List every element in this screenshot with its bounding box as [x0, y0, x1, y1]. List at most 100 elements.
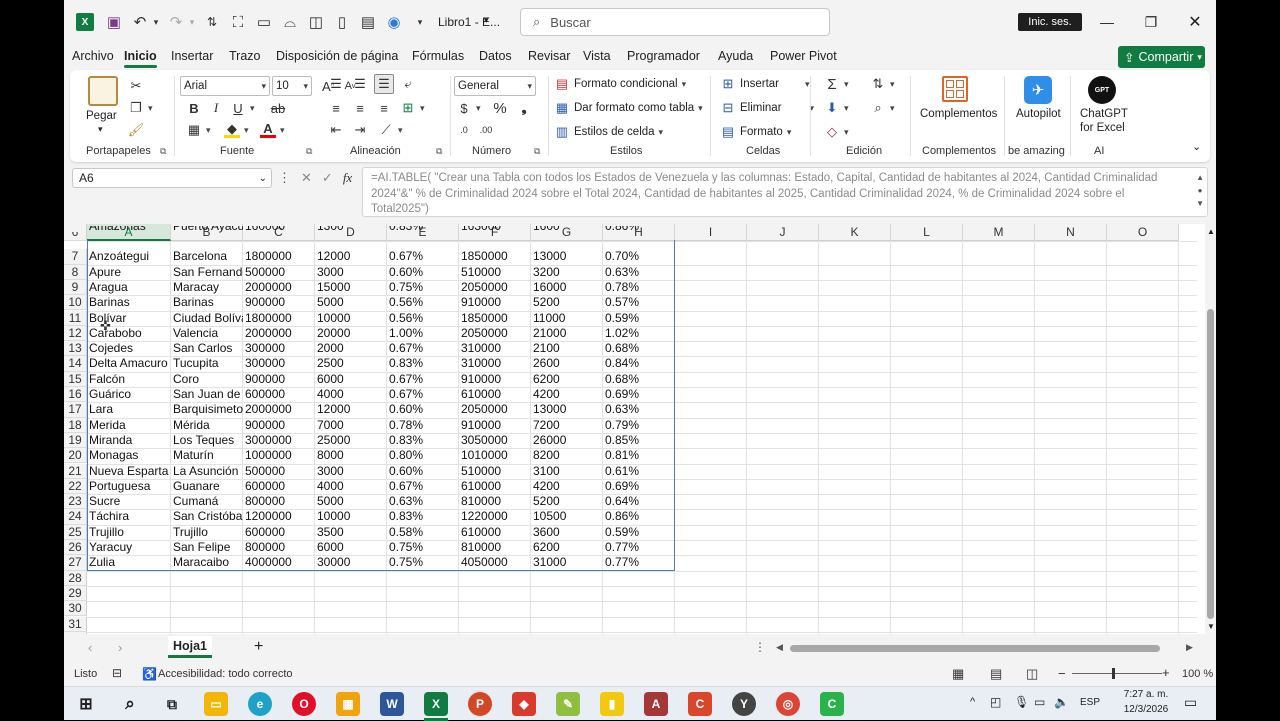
- table-cell[interactable]: [315, 601, 387, 616]
- opera-icon[interactable]: O: [292, 692, 316, 716]
- align-bottom-button[interactable]: ☰: [374, 74, 394, 94]
- customize-toolbar-icon[interactable]: ▾: [410, 12, 430, 32]
- enter-icon[interactable]: ✓: [322, 170, 333, 186]
- table-cell[interactable]: 3000000: [243, 433, 315, 448]
- powerpoint-icon[interactable]: P: [468, 692, 492, 716]
- insert-cells-button[interactable]: ⊞ Insertar ▾: [720, 76, 810, 92]
- row-header[interactable]: 7: [64, 249, 87, 265]
- table-cell[interactable]: Mérida: [171, 418, 243, 433]
- table-cell[interactable]: 0.83%: [387, 226, 459, 235]
- scroll-right-icon[interactable]: ▶: [1186, 642, 1193, 653]
- table-cell[interactable]: Nueva Esparta: [87, 464, 171, 479]
- autosum-button[interactable]: Σ ▾: [824, 76, 848, 93]
- table-cell[interactable]: [459, 571, 531, 586]
- clock-date[interactable]: 12/3/2026: [1116, 704, 1176, 715]
- table-cell[interactable]: 1010000: [459, 448, 531, 463]
- table-cell[interactable]: 2000: [315, 341, 387, 356]
- row-header[interactable]: 20: [64, 448, 87, 464]
- table-cell[interactable]: 30000: [315, 555, 387, 570]
- table-cell[interactable]: Falcón: [87, 372, 171, 387]
- table-cell[interactable]: 500000: [243, 464, 315, 479]
- table-cell[interactable]: 910000: [459, 372, 531, 387]
- table-cell[interactable]: 1300: [315, 226, 387, 235]
- table-cell[interactable]: Cojedes: [87, 341, 171, 356]
- macro-record-icon[interactable]: ⊟: [112, 666, 122, 680]
- table-cell[interactable]: 1.02%: [603, 326, 675, 341]
- table-cell[interactable]: Lara: [87, 402, 171, 417]
- table-cell[interactable]: 610000: [459, 525, 531, 540]
- more-options-icon[interactable]: ⋮: [278, 170, 291, 186]
- redo-dropdown-icon[interactable]: ▾: [182, 12, 202, 32]
- row-header[interactable]: 26: [64, 540, 87, 556]
- table-cell[interactable]: 0.78%: [603, 280, 675, 295]
- table-cell[interactable]: 0.59%: [603, 311, 675, 326]
- table-cell[interactable]: Aragua: [87, 280, 171, 295]
- clear-button[interactable]: ◇ ▾: [824, 124, 849, 140]
- tab-formulas[interactable]: Fórmulas: [412, 49, 464, 63]
- network-icon[interactable]: ▭: [1034, 695, 1045, 709]
- table-cell[interactable]: 0.83%: [387, 433, 459, 448]
- table-cell[interactable]: [531, 617, 603, 632]
- table-cell[interactable]: 0.63%: [603, 402, 675, 417]
- table-cell[interactable]: Zulia: [87, 555, 171, 570]
- table-cell[interactable]: 0.75%: [387, 280, 459, 295]
- table-cell[interactable]: 0.80%: [387, 448, 459, 463]
- table-cell[interactable]: 21000: [531, 326, 603, 341]
- camtasia-green-icon[interactable]: C: [820, 692, 844, 716]
- table-cell[interactable]: 0.78%: [387, 418, 459, 433]
- prev-sheet-icon[interactable]: ‹: [88, 640, 92, 655]
- table-cell[interactable]: 2050000: [459, 326, 531, 341]
- accounting-format-button[interactable]: $ ▾: [456, 100, 480, 116]
- table-cell[interactable]: Anzoátegui: [87, 249, 171, 264]
- tab-power-pivot[interactable]: Power Pivot: [770, 49, 837, 63]
- table-cell[interactable]: 26000: [531, 433, 603, 448]
- row-header[interactable]: 30: [64, 601, 87, 617]
- table-cell[interactable]: Valencia: [171, 326, 243, 341]
- table-cell[interactable]: 3500: [315, 525, 387, 540]
- table-cell[interactable]: [387, 617, 459, 632]
- table-cell[interactable]: 0.79%: [603, 418, 675, 433]
- table-cell[interactable]: San Carlos: [171, 341, 243, 356]
- tray-chevron-icon[interactable]: ^: [970, 696, 975, 708]
- table-cell[interactable]: Trujillo: [171, 525, 243, 540]
- table-cell[interactable]: 163000: [459, 226, 531, 235]
- table-cell[interactable]: San Juan de Los Morros: [171, 387, 243, 402]
- table-cell[interactable]: 0.69%: [603, 479, 675, 494]
- table-cell[interactable]: [171, 601, 243, 616]
- table-cell[interactable]: 1800000: [243, 311, 315, 326]
- table-cell[interactable]: [459, 617, 531, 632]
- table-cell[interactable]: [387, 601, 459, 616]
- table-cell[interactable]: 10500: [531, 509, 603, 524]
- table-cell[interactable]: 12000: [315, 249, 387, 264]
- table-cell[interactable]: 6000: [315, 540, 387, 555]
- table-cell[interactable]: [387, 586, 459, 601]
- volume-icon[interactable]: 🔈: [1054, 695, 1069, 709]
- edge-icon[interactable]: e: [248, 692, 272, 716]
- column-header-o[interactable]: O: [1107, 224, 1179, 241]
- chatgpt-icon[interactable]: GPT: [1088, 76, 1116, 104]
- table-cell[interactable]: 900000: [243, 418, 315, 433]
- tab-trazo[interactable]: Trazo: [229, 49, 261, 63]
- row-header[interactable]: 11: [64, 310, 87, 326]
- sort-ascending-icon[interactable]: ⇅: [202, 12, 222, 32]
- row-header[interactable]: 19: [64, 432, 87, 449]
- bold-button[interactable]: B: [186, 100, 202, 116]
- table-cell[interactable]: 6200: [531, 372, 603, 387]
- table-cell[interactable]: 0.59%: [603, 525, 675, 540]
- close-icon[interactable]: ✕: [1180, 8, 1210, 36]
- number-format-select[interactable]: General ▾: [454, 76, 536, 96]
- table-cell[interactable]: 0.58%: [387, 525, 459, 540]
- row-header[interactable]: 23: [64, 494, 87, 510]
- paste-button[interactable]: Pegar: [86, 110, 117, 122]
- undo-dropdown-icon[interactable]: ▾: [146, 12, 166, 32]
- row-header[interactable]: 27: [64, 555, 87, 571]
- chatgpt-label-2[interactable]: for Excel: [1080, 122, 1125, 134]
- table-cell[interactable]: [243, 586, 315, 601]
- table-cell[interactable]: 810000: [459, 540, 531, 555]
- alignment-launcher-icon[interactable]: ⧉: [436, 146, 442, 157]
- circle-icon[interactable]: ◉: [384, 12, 404, 32]
- zoom-in-icon[interactable]: +: [1162, 665, 1170, 680]
- table-cell[interactable]: 10000: [315, 311, 387, 326]
- table-cell[interactable]: [315, 617, 387, 632]
- italic-button[interactable]: I: [208, 100, 224, 116]
